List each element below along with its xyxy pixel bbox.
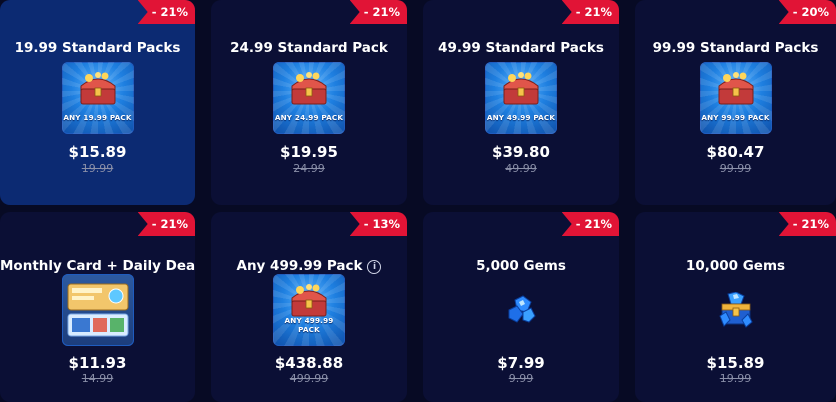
discount-badge: - 21% <box>137 212 195 236</box>
offer-price: $438.88 <box>274 354 344 372</box>
offer-card-monthly[interactable]: - 21% Monthly Card + Daily Deals $11.93 … <box>0 212 195 402</box>
offer-title-text: Any 499.99 Pack <box>236 258 363 274</box>
offer-card-49-99[interactable]: - 21% 49.99 Standard Packs ANY 49.99 PAC… <box>423 0 619 205</box>
offer-title: Monthly Card + Daily Deals <box>0 258 195 274</box>
offer-image-caption: ANY 499.99 PACK <box>284 316 334 334</box>
offer-old-price: 19.99 <box>81 162 114 175</box>
offer-image-caption: ANY 19.99 PACK <box>63 113 132 122</box>
offer-card-499-99[interactable]: - 13% Any 499.99 Pack i ANY 499.99 PACK $… <box>211 212 407 402</box>
treasure-chest-icon <box>718 72 753 105</box>
offer-title: Any 499.99 Pack i <box>211 258 407 274</box>
offer-price: $19.95 <box>280 143 338 161</box>
offer-card-5000-gems[interactable]: - 21% 5,000 Gems $7.99 9.99 <box>423 212 619 402</box>
offer-price: $11.93 <box>68 354 127 372</box>
info-icon[interactable]: i <box>367 260 382 274</box>
discount-badge: - 21% <box>561 212 619 236</box>
offer-image: ANY 499.99 PACK <box>273 274 345 346</box>
offer-image-caption: ANY 49.99 PACK <box>486 113 556 122</box>
discount-badge: - 21% <box>349 0 407 24</box>
offer-image-caption: ANY 24.99 PACK <box>274 113 344 122</box>
offer-old-price: 9.99 <box>508 372 534 385</box>
offer-title: 49.99 Standard Packs <box>438 40 604 56</box>
treasure-chest-icon <box>291 284 327 317</box>
offer-price: $80.47 <box>706 143 765 161</box>
offer-image <box>61 274 134 346</box>
offer-image: ANY 19.99 PACK <box>61 62 134 134</box>
offer-price: $15.89 <box>68 143 127 161</box>
offer-old-price: 499.99 <box>289 372 329 385</box>
offer-old-price: 24.99 <box>293 162 325 175</box>
offer-card-19-99[interactable]: - 21% 19.99 Standard Packs ANY 19.99 PAC… <box>0 0 195 205</box>
offer-card-99-99[interactable]: - 20% 99.99 Standard Packs ANY 99.99 PAC… <box>635 0 836 205</box>
gem-chest-icon <box>718 292 753 328</box>
offer-price: $7.99 <box>497 354 545 372</box>
treasure-chest-icon <box>503 72 539 105</box>
offer-old-price: 19.99 <box>719 372 752 385</box>
offer-title: 24.99 Standard Pack <box>230 40 388 56</box>
discount-badge: - 21% <box>137 0 195 24</box>
discount-badge: - 21% <box>561 0 619 24</box>
monthly-card-icon <box>67 283 128 337</box>
offer-title: 19.99 Standard Packs <box>14 40 181 56</box>
offer-image: ANY 24.99 PACK <box>273 62 345 134</box>
treasure-chest-icon <box>291 72 327 105</box>
offer-grid: - 21% 19.99 Standard Packs ANY 19.99 PAC… <box>0 0 836 402</box>
offer-title: 5,000 Gems <box>476 258 566 274</box>
discount-badge: - 21% <box>778 212 836 236</box>
offer-old-price: 49.99 <box>505 162 537 175</box>
offer-old-price: 99.99 <box>719 162 752 175</box>
offer-image: ANY 99.99 PACK <box>699 62 772 134</box>
offer-image: ANY 49.99 PACK <box>485 62 557 134</box>
offer-title: 10,000 Gems <box>685 258 786 274</box>
offer-price: $39.80 <box>492 143 550 161</box>
treasure-chest-icon <box>80 72 115 105</box>
offer-old-price: 14.99 <box>81 372 114 385</box>
discount-badge: - 13% <box>349 212 407 236</box>
offer-title: 99.99 Standard Packs <box>652 40 819 56</box>
offer-card-24-99[interactable]: - 21% 24.99 Standard Pack ANY 24.99 PACK… <box>211 0 407 205</box>
offer-price: $15.89 <box>706 354 765 372</box>
discount-badge: - 20% <box>778 0 836 24</box>
gem-pile-icon <box>508 295 536 323</box>
offer-image-caption: ANY 99.99 PACK <box>701 113 770 122</box>
offer-card-10000-gems[interactable]: - 21% 10,000 Gems $15.89 19.99 <box>635 212 836 402</box>
